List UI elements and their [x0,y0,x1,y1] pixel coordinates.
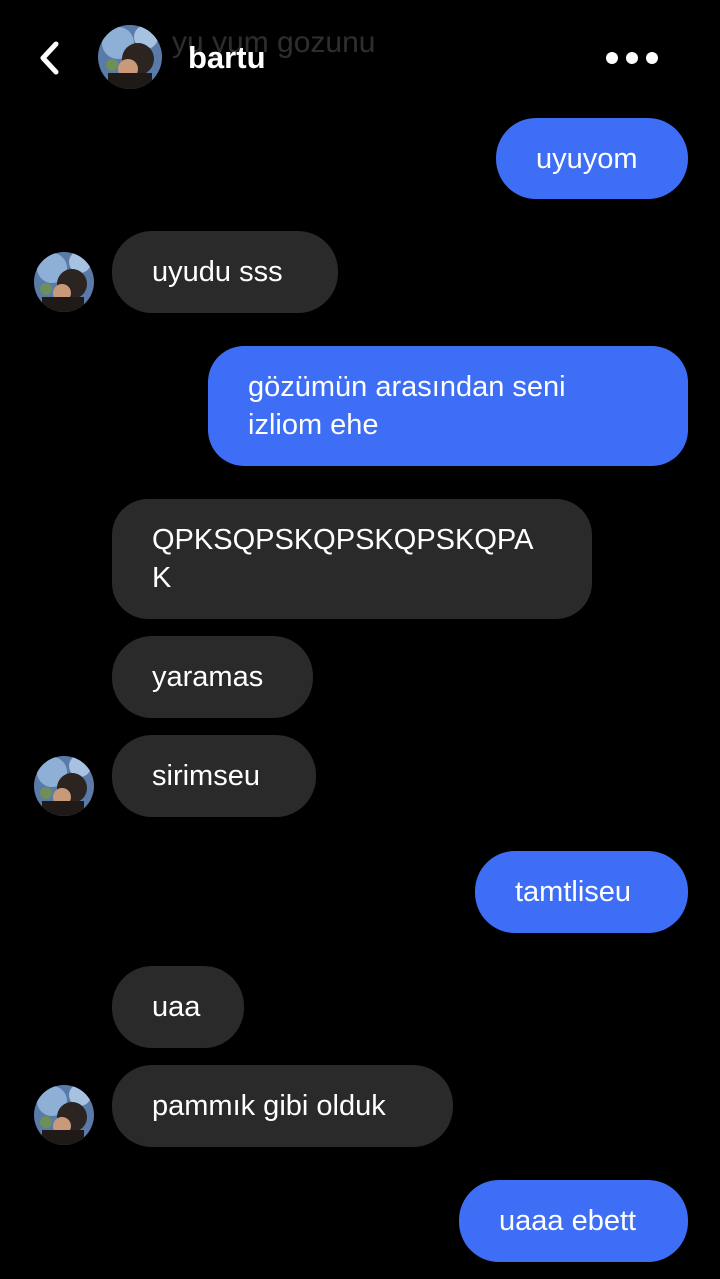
message-text: pammık gibi olduk [152,1090,386,1122]
back-button[interactable] [30,36,70,80]
message-text: tamtliseu [515,876,632,908]
message-text: QPKSQPSKQPSKQPSKQPA K [152,524,534,594]
sender-avatar[interactable] [34,252,94,312]
sender-avatar[interactable] [34,756,94,816]
chat-header: yu yum gozunu bartu [0,0,720,116]
message-bubble-outgoing[interactable]: uaaa ebett [459,1180,688,1262]
message-bubble-incoming[interactable]: uyudu sss [112,231,338,313]
message-text: uyudu sss [152,256,283,288]
message-bubble-outgoing[interactable]: tamtliseu [475,851,688,933]
message-bubble-incoming[interactable]: sirimseu [112,735,316,817]
message-text: sirimseu [152,760,260,792]
message-text: uaa [152,991,201,1023]
message-text: uaaa ebett [499,1205,637,1237]
message-text: yaramas [152,661,264,693]
message-bubble-outgoing[interactable]: gözümün arasından seni izliom ehe [208,346,688,466]
sender-avatar[interactable] [34,1085,94,1145]
contact-avatar[interactable] [98,25,162,89]
contact-name[interactable]: bartu [188,40,266,76]
message-bubble-incoming[interactable]: QPKSQPSKQPSKQPSKQPA K [112,499,592,619]
message-text: gözümün arasından seni izliom ehe [248,371,566,441]
message-bubble-outgoing[interactable]: uyuyom [496,118,688,199]
message-bubble-incoming[interactable]: yaramas [112,636,313,718]
message-text: uyuyom [536,142,638,175]
message-bubble-incoming[interactable]: uaa [112,966,244,1048]
more-options-button[interactable] [600,38,664,78]
more-horizontal-icon [606,52,658,64]
message-bubble-incoming[interactable]: pammık gibi olduk [112,1065,453,1147]
chevron-left-icon [40,41,59,75]
